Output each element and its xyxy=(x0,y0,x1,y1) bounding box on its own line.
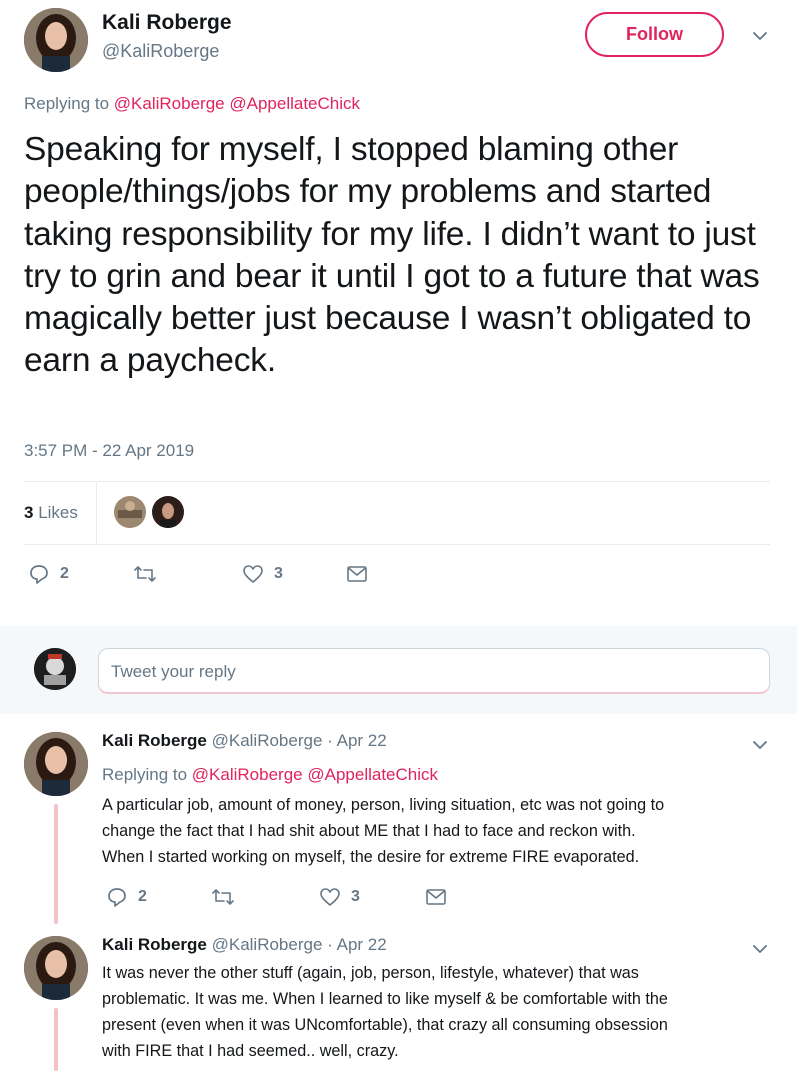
like-action[interactable]: 3 xyxy=(242,563,283,585)
retweet-icon xyxy=(132,563,158,585)
retweet-action[interactable] xyxy=(132,563,158,585)
heart-icon xyxy=(242,563,264,585)
thread-line xyxy=(54,1008,58,1071)
reply-text-line: problematic. It was me. When I learned t… xyxy=(102,990,668,1008)
reply-author-avatar[interactable] xyxy=(24,732,88,796)
retweet-action[interactable] xyxy=(210,886,236,908)
mention-link[interactable]: @KaliRoberge xyxy=(192,765,303,784)
reply-text-line: change the fact that I had shit about ME… xyxy=(102,822,636,840)
reply-action[interactable]: 2 xyxy=(106,886,147,908)
mention-link[interactable]: @AppellateChick xyxy=(307,765,438,784)
replying-prefix: Replying to xyxy=(24,94,110,113)
reply-author-avatar[interactable] xyxy=(24,936,88,1000)
chevron-down-icon[interactable] xyxy=(750,939,770,959)
speech-bubble-icon xyxy=(28,563,50,585)
likes-count[interactable]: 3 Likes xyxy=(24,503,78,523)
reply-input[interactable]: Tweet your reply xyxy=(98,648,770,694)
my-avatar[interactable] xyxy=(34,648,76,690)
liker-avatar[interactable] xyxy=(114,496,146,528)
author-avatar[interactable] xyxy=(24,8,88,72)
mention-link[interactable]: @KaliRoberge xyxy=(114,94,225,113)
tweet-text: Speaking for myself, I stopped blaming o… xyxy=(24,131,760,380)
mention-link[interactable]: @AppellateChick xyxy=(229,94,360,113)
reply-date[interactable]: · Apr 22 xyxy=(327,731,387,750)
reply-author-handle[interactable]: @KaliRoberge xyxy=(212,935,323,954)
replying-to: Replying to @KaliRoberge @AppellateChick xyxy=(24,94,360,114)
tweet-timestamp[interactable]: 3:57 PM - 22 Apr 2019 xyxy=(24,441,194,461)
reply-text-line: It was never the other stuff (again, job… xyxy=(102,964,639,982)
envelope-icon xyxy=(425,888,447,906)
like-count: 3 xyxy=(274,565,283,582)
reply-text-line: When I started working on myself, the de… xyxy=(102,848,640,866)
chevron-down-icon[interactable] xyxy=(750,735,770,755)
chevron-down-icon[interactable] xyxy=(750,26,770,46)
reply-text-line: with FIRE that I had seemed.. well, craz… xyxy=(102,1042,399,1060)
author-handle[interactable]: @KaliRoberge xyxy=(102,41,219,62)
like-action[interactable]: 3 xyxy=(319,886,360,908)
heart-icon xyxy=(319,886,341,908)
follow-button[interactable]: Follow xyxy=(585,12,724,57)
replying-to: Replying to @KaliRoberge @AppellateChick xyxy=(102,765,438,785)
reply-author-handle[interactable]: @KaliRoberge xyxy=(212,731,323,750)
reply-header: Kali Roberge @KaliRoberge · Apr 22 xyxy=(102,935,387,955)
likes-number: 3 xyxy=(24,503,34,522)
reply-date[interactable]: · Apr 22 xyxy=(327,935,387,954)
thread-line xyxy=(54,804,58,924)
reply-action[interactable]: 2 xyxy=(28,563,69,585)
reply-text: A particular job, amount of money, perso… xyxy=(102,792,772,870)
dm-action[interactable] xyxy=(346,565,368,583)
reply-count: 2 xyxy=(138,888,147,905)
envelope-icon xyxy=(346,565,368,583)
author-name[interactable]: Kali Roberge xyxy=(102,11,232,35)
reply-header: Kali Roberge @KaliRoberge · Apr 22 xyxy=(102,731,387,751)
reply-author-name[interactable]: Kali Roberge xyxy=(102,935,207,954)
liker-avatar[interactable] xyxy=(152,496,184,528)
reply-text: It was never the other stuff (again, job… xyxy=(102,960,772,1064)
reply-text-line: present (even when it was UNcomfortable)… xyxy=(102,1016,668,1034)
divider xyxy=(96,481,97,544)
dm-action[interactable] xyxy=(425,888,447,906)
like-count: 3 xyxy=(351,888,360,905)
reply-author-name[interactable]: Kali Roberge xyxy=(102,731,207,750)
reply-count: 2 xyxy=(60,565,69,582)
retweet-icon xyxy=(210,886,236,908)
replying-prefix: Replying to xyxy=(102,765,188,784)
likes-summary: 3 Likes xyxy=(24,481,770,544)
divider xyxy=(24,544,770,545)
likes-label: Likes xyxy=(38,503,78,522)
reply-text-line: A particular job, amount of money, perso… xyxy=(102,796,665,814)
speech-bubble-icon xyxy=(106,886,128,908)
